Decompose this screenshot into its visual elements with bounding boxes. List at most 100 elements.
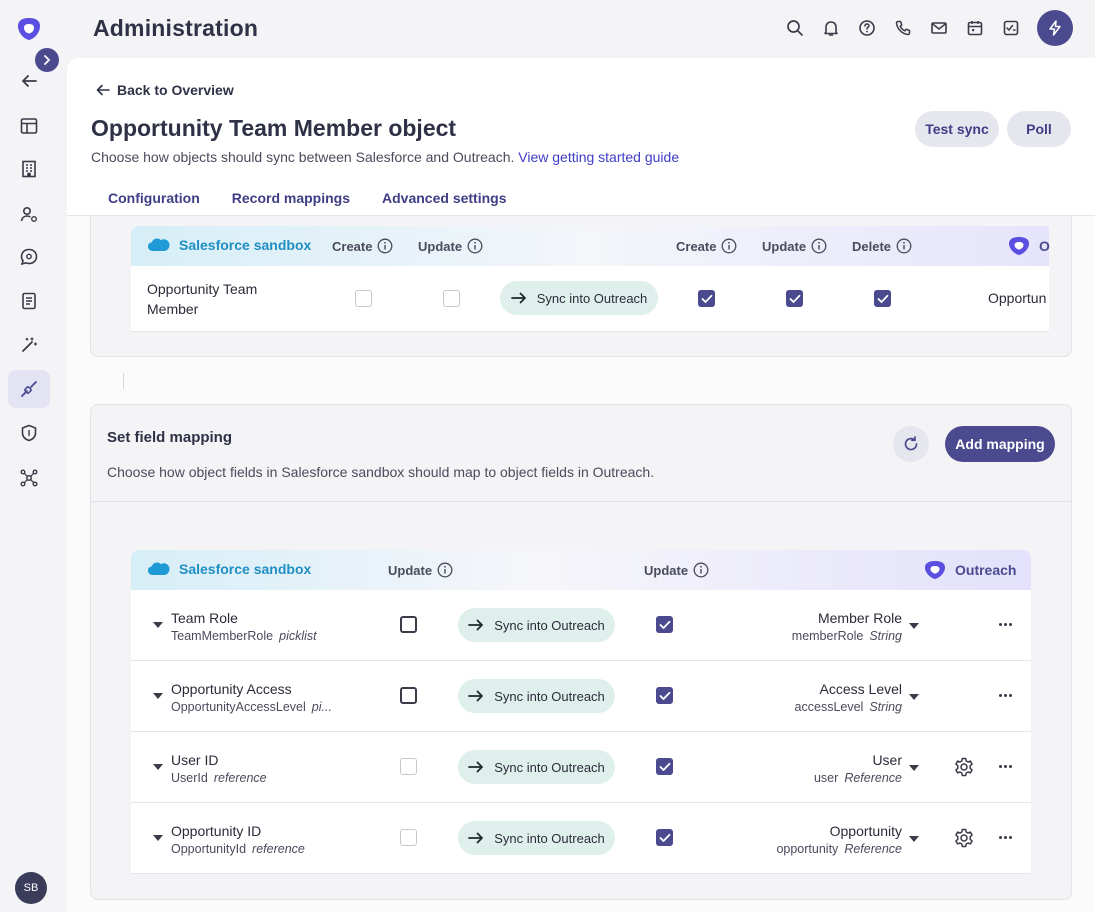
page-subtitle: Choose how objects should sync between S… bbox=[91, 149, 679, 165]
add-mapping-button[interactable]: Add mapping bbox=[945, 426, 1055, 462]
object-row: Opportunity Team Member Sync into Outrea… bbox=[131, 266, 1049, 332]
expand-caret-icon[interactable] bbox=[153, 764, 163, 770]
arrow-left-icon bbox=[22, 75, 37, 87]
tab-bar: Configuration Record mappings Advanced s… bbox=[108, 190, 539, 206]
settings-gear-icon[interactable] bbox=[953, 827, 975, 849]
tasks-button[interactable] bbox=[993, 10, 1029, 46]
sync-direction-pill[interactable]: Sync into Outreach bbox=[458, 679, 615, 713]
phone-icon bbox=[895, 20, 911, 36]
sidebar-item-back[interactable] bbox=[8, 62, 50, 100]
sync-direction-pill[interactable]: Sync into Outreach bbox=[458, 750, 615, 784]
target-update-checkbox[interactable] bbox=[656, 687, 673, 704]
sidebar-item-network[interactable] bbox=[8, 459, 50, 497]
sidebar-item-layout[interactable] bbox=[8, 107, 50, 145]
target-update-checkbox[interactable] bbox=[656, 616, 673, 633]
target-delete-checkbox[interactable] bbox=[874, 290, 891, 307]
phone-button[interactable] bbox=[885, 10, 921, 46]
notifications-button[interactable] bbox=[813, 10, 849, 46]
outreach-logo-icon[interactable] bbox=[15, 15, 43, 43]
sidebar-item-security[interactable] bbox=[8, 414, 50, 452]
target-field-name: User bbox=[872, 752, 902, 768]
more-options-icon[interactable] bbox=[999, 623, 1014, 626]
user-settings-icon bbox=[20, 206, 37, 222]
target-field-name: Access Level bbox=[819, 681, 902, 697]
target-field-api: user Reference bbox=[814, 771, 902, 785]
target-dropdown-caret-icon[interactable] bbox=[909, 836, 919, 842]
test-sync-button[interactable]: Test sync bbox=[915, 111, 999, 147]
mapping-row: Team Role TeamMemberRole picklist Sync in… bbox=[131, 590, 1031, 661]
source-field-type: picklist bbox=[279, 629, 317, 643]
target-update-checkbox[interactable] bbox=[656, 829, 673, 846]
target-dropdown-caret-icon[interactable] bbox=[909, 765, 919, 771]
source-field-type: reference bbox=[252, 842, 305, 856]
target-dropdown-caret-icon[interactable] bbox=[909, 694, 919, 700]
target-delete-label: Delete bbox=[852, 238, 892, 254]
source-api-name: UserId bbox=[171, 771, 208, 785]
app-title: Administration bbox=[93, 15, 259, 41]
expand-caret-icon[interactable] bbox=[153, 622, 163, 628]
source-field-api: TeamMemberRole picklist bbox=[171, 629, 317, 643]
sidebar-item-integrations[interactable] bbox=[8, 370, 50, 408]
outreach-logo-icon bbox=[925, 561, 945, 579]
target-field-type: String bbox=[869, 629, 902, 643]
sidebar-item-chat-settings[interactable] bbox=[8, 238, 50, 276]
more-options-icon[interactable] bbox=[999, 836, 1014, 839]
field-mapping-title: Set field mapping bbox=[107, 429, 233, 446]
sync-direction-label: Sync into Outreach bbox=[494, 830, 605, 846]
settings-gear-icon[interactable] bbox=[953, 756, 975, 778]
sync-direction-label: Sync into Outreach bbox=[494, 688, 605, 704]
source-field-name: Opportunity ID bbox=[171, 823, 262, 839]
info-icon bbox=[378, 238, 393, 254]
help-button[interactable] bbox=[849, 10, 885, 46]
calendar-button[interactable] bbox=[957, 10, 993, 46]
source-field-api: OpportunityAccessLevel pi... bbox=[171, 700, 332, 714]
target-update-checkbox[interactable] bbox=[786, 290, 803, 307]
back-to-overview-link[interactable]: Back to Overview bbox=[95, 82, 234, 98]
arrow-right-icon bbox=[468, 619, 484, 631]
info-icon bbox=[722, 238, 737, 254]
target-api-name: opportunity bbox=[776, 842, 839, 856]
quick-actions-button[interactable] bbox=[1037, 10, 1073, 46]
source-create-checkbox[interactable] bbox=[355, 290, 372, 307]
salesforce-sandbox-label: Salesforce sandbox bbox=[147, 237, 311, 253]
target-create-checkbox[interactable] bbox=[698, 290, 715, 307]
poll-button[interactable]: Poll bbox=[1007, 111, 1071, 147]
refresh-button[interactable] bbox=[893, 426, 929, 462]
field-mapping-header: Set field mapping Choose how object fiel… bbox=[91, 405, 1071, 502]
target-field-api: memberRole String bbox=[792, 629, 902, 643]
sidebar-item-magic[interactable] bbox=[8, 326, 50, 364]
getting-started-link[interactable]: View getting started guide bbox=[518, 149, 679, 165]
more-options-icon[interactable] bbox=[999, 694, 1014, 697]
field-mapping-subtitle: Choose how object fields in Salesforce s… bbox=[107, 464, 655, 480]
sync-direction-pill[interactable]: Sync into Outreach bbox=[458, 821, 615, 855]
target-api-name: memberRole bbox=[791, 629, 864, 643]
sync-direction-label: Sync into Outreach bbox=[494, 759, 605, 775]
sync-direction-pill[interactable]: Sync into Outreach bbox=[458, 608, 615, 642]
info-icon bbox=[437, 562, 453, 578]
sidebar-item-building[interactable] bbox=[8, 150, 50, 188]
more-options-icon[interactable] bbox=[999, 765, 1014, 768]
target-dropdown-caret-icon[interactable] bbox=[909, 623, 919, 629]
expand-caret-icon[interactable] bbox=[153, 835, 163, 841]
sync-direction-pill[interactable]: Sync into Outreach bbox=[500, 281, 658, 315]
sidebar-item-document[interactable] bbox=[8, 282, 50, 320]
tab-advanced-settings[interactable]: Advanced settings bbox=[382, 190, 506, 206]
expand-caret-icon[interactable] bbox=[153, 693, 163, 699]
search-button[interactable] bbox=[777, 10, 813, 46]
info-icon bbox=[811, 238, 827, 254]
mail-button[interactable] bbox=[921, 10, 957, 46]
source-update-checkbox[interactable] bbox=[400, 616, 417, 633]
target-delete-header: Delete bbox=[852, 238, 912, 254]
source-update-checkbox[interactable] bbox=[443, 290, 460, 307]
salesforce-cloud-icon bbox=[148, 238, 170, 251]
top-icon-bar bbox=[777, 10, 1073, 46]
tab-configuration[interactable]: Configuration bbox=[108, 190, 200, 206]
source-update-checkbox[interactable] bbox=[400, 687, 417, 704]
source-api-name: OpportunityId bbox=[171, 842, 247, 856]
checkmark-icon bbox=[659, 833, 670, 842]
avatar[interactable]: SB bbox=[15, 872, 47, 904]
sidebar-item-user-settings[interactable] bbox=[8, 195, 50, 233]
back-label: Back to Overview bbox=[117, 82, 234, 98]
target-update-checkbox[interactable] bbox=[656, 758, 673, 775]
tab-record-mappings[interactable]: Record mappings bbox=[232, 190, 350, 206]
